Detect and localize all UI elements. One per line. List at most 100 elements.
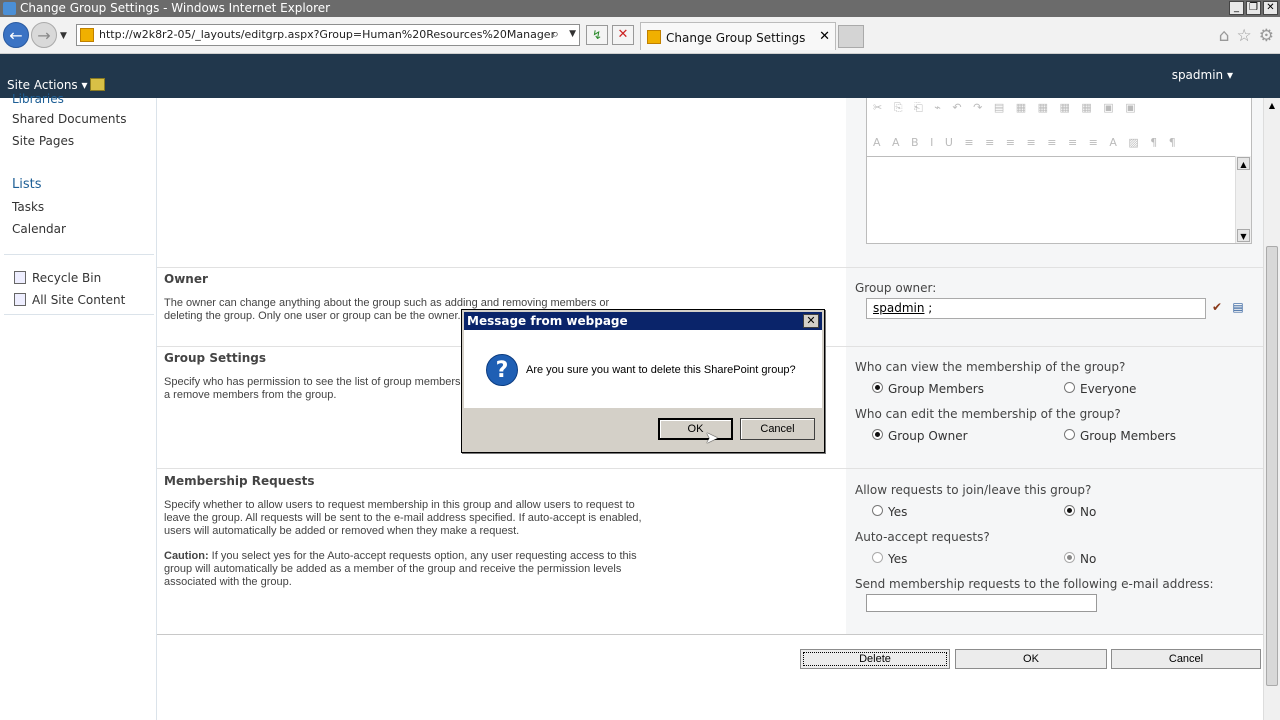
editor-toolbar-row1[interactable]: ✂ ⎘ ⎗ ⌁ ↶ ↷ ▤ ▦ ▦ ▦ ▦ ▣ ▣ (873, 101, 1140, 121)
ie-app-icon (3, 2, 16, 15)
check-names-icon[interactable]: ✔ (1209, 299, 1225, 315)
view-group-members-radio[interactable] (872, 382, 883, 393)
tab-label: Change Group Settings (666, 31, 806, 45)
allow-requests-yes-radio[interactable] (872, 505, 883, 516)
tab-change-group-settings[interactable]: Change Group Settings ✕ (640, 22, 836, 50)
view-everyone-label[interactable]: Everyone (1080, 382, 1136, 396)
page-scroll-thumb[interactable] (1266, 246, 1278, 686)
nav-recycle-bin[interactable]: Recycle Bin (32, 271, 101, 285)
group-settings-description: Specify who has permission to see the li… (164, 376, 461, 401)
auto-accept-yes-label[interactable]: Yes (888, 552, 907, 566)
nav-calendar[interactable]: Calendar (12, 222, 66, 236)
edit-group-owner-label[interactable]: Group Owner (888, 429, 968, 443)
window-title: Change Group Settings - Windows Internet… (20, 1, 331, 15)
editor-text-area[interactable] (867, 156, 1251, 243)
page-scroll-up-icon[interactable]: ▲ (1265, 99, 1279, 113)
caution-label: Caution: (164, 550, 209, 562)
refresh-button[interactable]: ↯ (586, 25, 608, 45)
lists-heading[interactable]: Lists (12, 177, 42, 192)
dialog-title-bar: Message from webpage ✕ (464, 312, 822, 330)
group-settings-title: Group Settings (164, 351, 266, 365)
editor-toolbar-row2[interactable]: A A B I U ≡ ≡ ≡ ≡ ≡ ≡ ≡ A ▨ ¶ ¶ (873, 136, 1180, 156)
dialog-cancel-button[interactable]: Cancel (740, 418, 815, 440)
nav-shared-documents[interactable]: Shared Documents (12, 112, 126, 126)
ok-button[interactable]: OK (955, 649, 1107, 669)
delete-button[interactable]: Delete (800, 649, 950, 669)
url-text[interactable]: http://w2k8r2-05/_layouts/editgrp.aspx?G… (99, 28, 555, 41)
owner-suffix: ; (924, 301, 933, 315)
dialog-close-button[interactable]: ✕ (803, 314, 819, 328)
section-divider (157, 468, 1263, 469)
tab-favicon-icon (647, 30, 661, 44)
nav-divider (4, 254, 154, 255)
membership-description: Specify whether to allow users to reques… (164, 499, 642, 537)
section-divider (157, 634, 1263, 635)
nav-divider (4, 314, 154, 315)
browser-toolbar: ← → ▼ http://w2k8r2-05/_layouts/editgrp.… (0, 17, 1280, 54)
owner-section-title: Owner (164, 272, 208, 286)
auto-accept-no-label[interactable]: No (1080, 552, 1096, 566)
question-icon: ? (486, 354, 518, 386)
tools-gear-icon[interactable]: ⚙ (1259, 26, 1274, 46)
owner-name[interactable]: spadmin (873, 301, 924, 315)
edit-group-owner-radio[interactable] (872, 429, 883, 440)
favorites-icon[interactable]: ☆ (1237, 26, 1252, 46)
dialog-message: Are you sure you want to delete this Sha… (526, 364, 796, 376)
recent-pages-dropdown-icon[interactable]: ▼ (60, 31, 67, 41)
mouse-cursor-icon: ➤ (705, 428, 719, 447)
home-icon[interactable]: ⌂ (1219, 26, 1230, 46)
page-scrollbar[interactable]: ▲ (1263, 98, 1280, 720)
view-membership-label: Who can view the membership of the group… (855, 360, 1126, 374)
address-dropdown-icon[interactable]: ▼ (569, 29, 576, 39)
page-favicon-icon (80, 28, 94, 42)
close-window-button[interactable]: ✕ (1263, 1, 1278, 15)
editor-scrollbar[interactable]: ▲ ▼ (1235, 156, 1251, 243)
email-label: Send membership requests to the followin… (855, 577, 1214, 591)
sharepoint-ribbon: Site Actions ▾ spadmin ▾ (0, 54, 1280, 98)
request-email-input[interactable] (866, 594, 1097, 612)
allow-requests-label: Allow requests to join/leave this group? (855, 483, 1092, 497)
description-editor[interactable]: ✂ ⎘ ⎗ ⌁ ↶ ↷ ▤ ▦ ▦ ▦ ▦ ▣ ▣ A A B I U ≡ ≡ … (866, 98, 1252, 244)
close-tab-icon[interactable]: ✕ (819, 29, 830, 44)
confirm-delete-dialog: Message from webpage ✕ ? Are you sure yo… (461, 309, 825, 453)
edit-group-members-label[interactable]: Group Members (1080, 429, 1176, 443)
stop-button[interactable]: ✕ (612, 25, 634, 45)
edit-membership-label: Who can edit the membership of the group… (855, 407, 1121, 421)
view-group-members-label[interactable]: Group Members (888, 382, 984, 396)
auto-accept-no-radio[interactable] (1064, 552, 1075, 563)
nav-tasks[interactable]: Tasks (12, 200, 44, 214)
libraries-heading[interactable]: Libraries (12, 92, 64, 106)
navigate-up-icon[interactable] (90, 78, 105, 91)
allow-requests-yes-label[interactable]: Yes (888, 505, 907, 519)
allow-requests-no-label[interactable]: No (1080, 505, 1096, 519)
browse-address-book-icon[interactable]: ▤ (1230, 299, 1246, 315)
group-owner-field[interactable]: spadmin ; (866, 298, 1206, 319)
nav-site-pages[interactable]: Site Pages (12, 134, 74, 148)
site-actions-menu[interactable]: Site Actions ▾ (7, 78, 88, 92)
restore-button[interactable]: ❐ (1246, 1, 1261, 15)
scroll-up-icon[interactable]: ▲ (1237, 157, 1250, 170)
membership-requests-title: Membership Requests (164, 474, 315, 488)
quick-launch: Libraries Shared Documents Site Pages Li… (0, 92, 157, 720)
dialog-title: Message from webpage (467, 314, 628, 328)
dialog-ok-button[interactable]: OK (658, 418, 733, 440)
all-site-content-icon (14, 293, 26, 306)
user-menu[interactable]: spadmin ▾ (1172, 68, 1233, 82)
scroll-down-icon[interactable]: ▼ (1237, 229, 1250, 242)
address-bar[interactable]: http://w2k8r2-05/_layouts/editgrp.aspx?G… (76, 24, 580, 46)
minimize-button[interactable]: _ (1229, 1, 1244, 15)
auto-accept-label: Auto-accept requests? (855, 530, 990, 544)
view-everyone-radio[interactable] (1064, 382, 1075, 393)
cancel-button[interactable]: Cancel (1111, 649, 1261, 669)
membership-caution: Caution: If you select yes for the Auto-… (164, 550, 644, 589)
recycle-bin-icon (14, 271, 26, 284)
new-tab-button[interactable] (838, 25, 864, 48)
back-button[interactable]: ← (3, 22, 29, 48)
caution-text: If you select yes for the Auto-accept re… (164, 550, 637, 588)
search-icon[interactable]: ⌕ (552, 27, 559, 42)
edit-group-members-radio[interactable] (1064, 429, 1075, 440)
forward-button[interactable]: → (31, 22, 57, 48)
allow-requests-no-radio[interactable] (1064, 505, 1075, 516)
auto-accept-yes-radio[interactable] (872, 552, 883, 563)
nav-all-site-content[interactable]: All Site Content (32, 293, 125, 307)
